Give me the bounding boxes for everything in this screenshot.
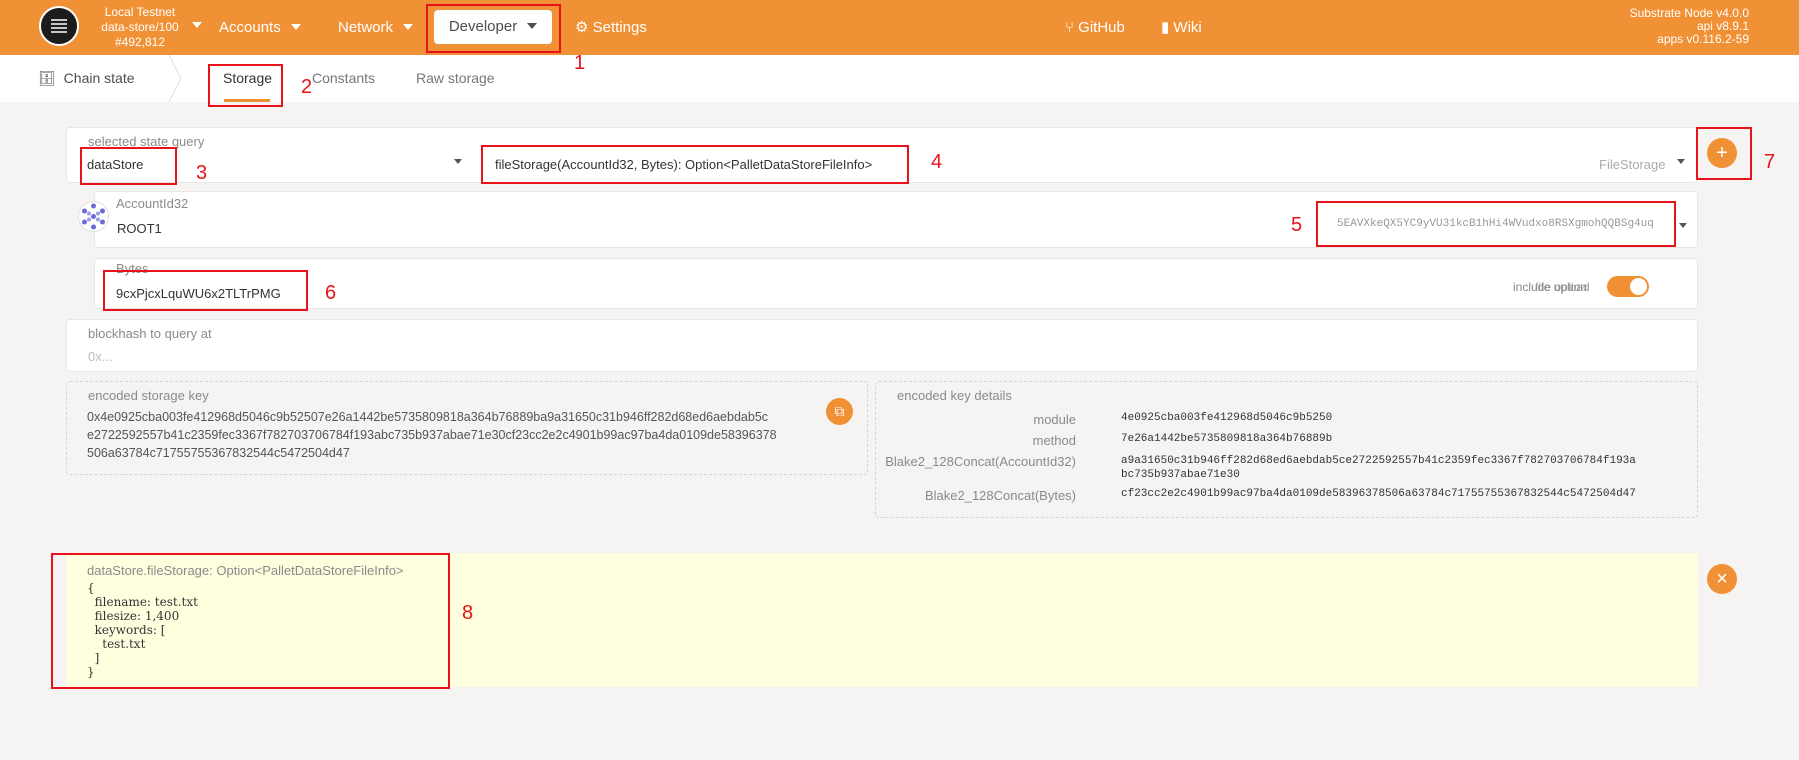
chevron-down-icon <box>403 24 414 30</box>
substrate-logo[interactable] <box>39 6 79 46</box>
method-doc: FileStorage <box>1599 157 1666 172</box>
annotation-box-7 <box>1696 127 1752 180</box>
annotation-number-7: 7 <box>1764 151 1776 173</box>
close-result-button[interactable]: × <box>1707 564 1737 594</box>
database-icon: 🗄 <box>38 70 60 86</box>
encoded-storage-key: encoded storage key 0x4e0925cba003fe4129… <box>66 381 868 475</box>
section-title: Chain state <box>63 70 135 86</box>
encoded-key-line: 506a63784c71755755367832544c5472504d47 <box>87 446 350 460</box>
annotation-number-5: 5 <box>1291 214 1303 236</box>
annotation-box-4 <box>481 145 909 184</box>
annotation-number-1: 1 <box>574 52 586 74</box>
chevron-down-icon <box>1679 223 1687 228</box>
encoded-key-line: e2722592557b41c2359fec3367f782703706784f… <box>87 428 777 442</box>
key-details-label: encoded key details <box>897 388 1012 403</box>
annotation-number-6: 6 <box>325 282 337 304</box>
apps-version: apps v0.116.2-59 <box>1657 32 1749 46</box>
nav-github[interactable]: ⑂ GitHub <box>1065 0 1125 55</box>
account-name: ROOT1 <box>117 221 162 236</box>
breadcrumb-separator <box>168 55 182 102</box>
detail-value-line: bc735b937abae71e30 <box>1121 469 1240 481</box>
file-upload-label: file upload <box>1535 280 1590 294</box>
chain-selector[interactable]: Local Testnet data-store/100 #492,812 <box>90 5 202 50</box>
account-label: AccountId32 <box>116 196 189 211</box>
chain-name: Local Testnet <box>104 5 176 19</box>
toggle-knob <box>1630 278 1647 295</box>
version-info: Substrate Node v4.0.0 api v8.9.1 apps v0… <box>1630 7 1749 46</box>
nav-settings-label: Settings <box>592 19 647 36</box>
detail-value: cf23cc2e2c4901b99ac97ba4da0109de58396378… <box>1121 488 1636 500</box>
detail-value: a9a31650c31b946ff282d68ed6aebdab5ce27225… <box>1121 454 1636 482</box>
gear-icon: ⚙ <box>575 19 593 36</box>
annotation-box-6 <box>103 270 308 311</box>
detail-value: 4e0925cba003fe412968d5046c9b5250 <box>1121 412 1333 424</box>
detail-key: Blake2_128Concat(Bytes) <box>924 488 1076 503</box>
tab-constants[interactable]: Constants <box>312 55 375 102</box>
detail-key: Blake2_128Concat(AccountId32) <box>885 454 1076 469</box>
encoded-key-label: encoded storage key <box>88 388 209 403</box>
copy-icon[interactable]: ⧉ <box>826 398 853 425</box>
annotation-box-3 <box>80 147 177 185</box>
blockhash-label: blockhash to query at <box>88 326 212 341</box>
detail-value: 7e26a1442be5735809818a364b76889b <box>1121 433 1333 445</box>
file-upload-toggle[interactable] <box>1607 276 1649 297</box>
chevron-down-icon <box>1677 159 1685 164</box>
annotation-box-8 <box>51 553 450 689</box>
account-identicon <box>78 201 109 232</box>
nav-wiki[interactable]: ▮ Wiki <box>1161 0 1202 55</box>
detail-value-line: a9a31650c31b946ff282d68ed6aebdab5ce27225… <box>1121 455 1636 467</box>
encoded-key-line: 0x4e0925cba003fe412968d5046c9b52507e26a1… <box>87 410 769 424</box>
book-icon: ▮ <box>1161 19 1174 36</box>
chain-state-section: 🗄 Chain state <box>38 55 135 102</box>
chevron-down-icon <box>290 24 301 30</box>
annotation-number-3: 3 <box>196 162 208 184</box>
git-branch-icon: ⑂ <box>1065 19 1079 36</box>
annotation-number-8: 8 <box>462 602 474 624</box>
annotation-number-4: 4 <box>931 151 943 173</box>
nav-accounts-label: Accounts <box>219 19 281 36</box>
chevron-down-icon <box>454 159 462 164</box>
tab-raw-storage[interactable]: Raw storage <box>416 55 495 102</box>
nav-accounts[interactable]: Accounts <box>219 0 301 55</box>
chevron-down-icon <box>192 22 202 28</box>
detail-key: method <box>1032 433 1076 448</box>
detail-key: module <box>1033 412 1076 427</box>
nav-network[interactable]: Network <box>338 0 414 55</box>
blockhash-placeholder: 0x... <box>88 349 113 364</box>
blockhash-input[interactable]: blockhash to query at 0x... <box>66 319 1698 372</box>
nav-network-label: Network <box>338 19 394 36</box>
block-number: #492,812 <box>114 35 166 49</box>
top-bar: Local Testnet data-store/100 #492,812 Ac… <box>0 0 1799 55</box>
encoded-key-value: 0x4e0925cba003fe412968d5046c9b52507e26a1… <box>87 408 777 462</box>
annotation-box-2 <box>208 64 283 107</box>
nav-wiki-label: Wiki <box>1173 19 1202 36</box>
chain-runtime: data-store/100 <box>101 20 179 34</box>
encoded-key-details: encoded key details module 4e0925cba003f… <box>875 381 1698 518</box>
nav-settings[interactable]: ⚙ Settings <box>575 0 647 55</box>
annotation-number-2: 2 <box>301 76 313 98</box>
annotation-box-5 <box>1316 201 1676 247</box>
nav-github-label: GitHub <box>1078 19 1125 36</box>
annotation-box-1 <box>426 4 561 53</box>
